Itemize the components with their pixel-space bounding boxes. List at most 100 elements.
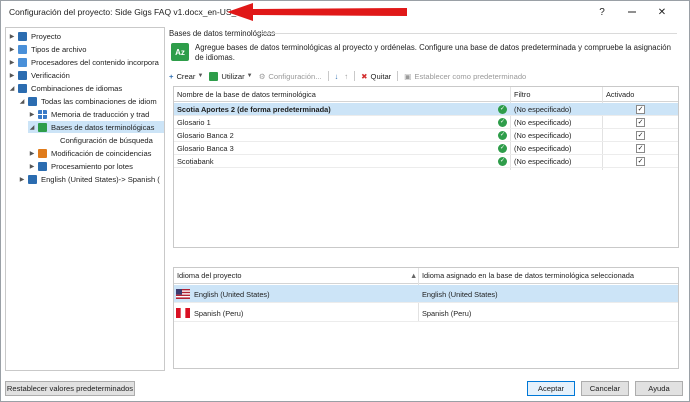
tree-item-label: Verificación xyxy=(31,70,70,80)
column-header-project-language[interactable]: Idioma del proyecto xyxy=(177,271,242,280)
enabled-checkbox[interactable]: ✓ xyxy=(636,131,645,140)
tree-item-termbases[interactable]: ◢ Bases de datos terminológicas xyxy=(28,121,164,133)
chevron-right-icon[interactable]: ▶ xyxy=(28,162,36,170)
table-row[interactable]: Scotia Aportes 2 (de forma predeterminad… xyxy=(174,103,678,116)
column-header-name[interactable]: Nombre de la base de datos terminológica xyxy=(177,90,316,99)
chevron-right-icon[interactable]: ▶ xyxy=(8,32,16,40)
settings-label: Configuración... xyxy=(268,71,322,81)
close-button[interactable]: ✕ xyxy=(647,3,677,21)
status-ok-icon: ✓ xyxy=(498,144,507,153)
red-arrow-annotation xyxy=(227,3,407,21)
language-row[interactable]: English (United States) English (United … xyxy=(174,285,678,303)
all-pairs-icon xyxy=(28,96,37,106)
tree-item-verification[interactable]: ▶ Verificación xyxy=(8,69,70,81)
chevron-right-icon[interactable]: ▶ xyxy=(8,45,16,53)
termbase-filter[interactable]: (No especificado) xyxy=(514,157,572,166)
default-icon: ▣ xyxy=(404,71,412,81)
table-row[interactable]: Glosario Banca 2 ✓ (No especificado) ✓ xyxy=(174,129,678,142)
sort-arrow-icon: ▲ xyxy=(410,271,418,280)
set-default-button[interactable]: ▣ Establecer como predeterminado xyxy=(404,72,526,81)
column-header-enabled[interactable]: Activado xyxy=(606,90,634,99)
move-up-button[interactable]: ↑ xyxy=(344,72,348,81)
set-default-label: Establecer como predeterminado xyxy=(414,71,527,81)
tree-item-label: Combinaciones de idiomas xyxy=(31,83,123,93)
tree-item-batch-processing[interactable]: ▶ Procesamiento por lotes xyxy=(28,160,133,172)
termbase-icon xyxy=(38,122,47,132)
file-types-icon xyxy=(18,44,27,54)
table-row[interactable]: Scotiabank ✓ (No especificado) ✓ xyxy=(174,155,678,168)
create-label: Crear xyxy=(176,71,196,81)
tree-item-all-pairs[interactable]: ◢ Todas las combinaciones de idiom xyxy=(18,95,157,107)
tree-item-project[interactable]: ▶ Proyecto xyxy=(8,30,61,42)
chevron-down-icon[interactable]: ◢ xyxy=(18,97,26,105)
enabled-checkbox[interactable]: ✓ xyxy=(636,157,645,166)
title-bar: Configuración del proyecto: Side Gigs FA… xyxy=(1,1,689,25)
tree-item-label: Tipos de archivo xyxy=(31,44,87,54)
tree-item-label: Procesadores del contenido incorpora xyxy=(31,57,159,67)
termbase-name: Scotiabank xyxy=(177,157,214,166)
status-ok-icon: ✓ xyxy=(498,105,507,114)
project-language: Spanish (Peru) xyxy=(194,309,244,318)
termbase-filter[interactable]: (No especificado) xyxy=(514,131,572,140)
add-icon: + xyxy=(169,71,174,81)
termbase-name: Glosario Banca 2 xyxy=(177,131,234,140)
enabled-checkbox[interactable]: ✓ xyxy=(636,118,645,127)
tree-item-en-es-pair[interactable]: ▶ English (United States)-> Spanish ( xyxy=(18,173,160,185)
help-glyph: ? xyxy=(599,6,605,18)
tree-item-file-types[interactable]: ▶ Tipos de archivo xyxy=(8,43,86,55)
enabled-checkbox[interactable]: ✓ xyxy=(636,144,645,153)
column-header-filter[interactable]: Filtro xyxy=(514,90,530,99)
cancel-button[interactable]: Cancelar xyxy=(581,381,629,396)
chevron-right-icon[interactable]: ▶ xyxy=(8,58,16,66)
project-icon xyxy=(18,31,27,41)
termbase-toolbar: + Crear ▼ Utilizar ▼ ⚙ Configuración... … xyxy=(169,69,532,83)
title-divider xyxy=(257,33,677,34)
table-row[interactable]: Glosario 1 ✓ (No especificado) ✓ xyxy=(174,116,678,129)
tree-item-search-settings[interactable]: Configuración de búsqueda xyxy=(60,134,153,146)
help-title-button[interactable]: ? xyxy=(587,3,617,21)
chevron-right-icon[interactable]: ▶ xyxy=(28,149,36,157)
language-row[interactable]: Spanish (Peru) Spanish (Peru) xyxy=(174,304,678,322)
reset-defaults-button[interactable]: Restablecer valores predeterminados xyxy=(5,381,135,396)
termbase-filter[interactable]: (No especificado) xyxy=(514,105,572,114)
chevron-down-icon: ▼ xyxy=(246,73,253,79)
assigned-language[interactable]: Spanish (Peru) xyxy=(422,309,471,318)
chevron-down-icon[interactable]: ◢ xyxy=(8,84,16,92)
settings-button[interactable]: ⚙ Configuración... xyxy=(259,72,322,81)
settings-tree: ▶ Proyecto ▶ Tipos de archivo ▶ Procesad… xyxy=(5,27,165,371)
tree-item-language-pairs[interactable]: ◢ Combinaciones de idiomas xyxy=(8,82,122,94)
processor-icon xyxy=(18,57,27,67)
tree-item-label: Modificación de coincidencias xyxy=(51,148,152,158)
tree-item-label: English (United States)-> Spanish ( xyxy=(41,174,160,184)
enabled-checkbox[interactable]: ✓ xyxy=(636,105,645,114)
chevron-right-icon[interactable]: ▶ xyxy=(18,175,26,183)
use-button[interactable]: Utilizar ▼ xyxy=(209,71,253,81)
tree-item-processors[interactable]: ▶ Procesadores del contenido incorpora xyxy=(8,56,159,68)
table-row[interactable]: Glosario Banca 3 ✓ (No especificado) ✓ xyxy=(174,142,678,155)
move-down-button[interactable]: ↓ xyxy=(335,72,339,81)
gear-icon: ⚙ xyxy=(258,71,266,81)
column-header-assigned-language[interactable]: Idioma asignado en la base de datos term… xyxy=(422,271,634,280)
toolbar-separator xyxy=(354,71,356,81)
chevron-right-icon[interactable]: ▶ xyxy=(8,71,16,79)
assigned-language[interactable]: English (United States) xyxy=(422,290,498,299)
termbase-filter[interactable]: (No especificado) xyxy=(514,118,572,127)
chevron-right-icon[interactable]: ▶ xyxy=(28,110,36,118)
tree-item-match-repair[interactable]: ▶ Modificación de coincidencias xyxy=(28,147,151,159)
create-button[interactable]: + Crear ▼ xyxy=(169,72,203,81)
tm-icon xyxy=(38,109,47,119)
peru-flag-icon xyxy=(176,308,190,318)
termbase-name: Glosario Banca 3 xyxy=(177,144,234,153)
tree-item-label: Proyecto xyxy=(31,31,61,41)
help-button[interactable]: Ayuda xyxy=(635,381,683,396)
ok-button[interactable]: Aceptar xyxy=(527,381,575,396)
wrench-icon xyxy=(38,148,47,158)
tree-item-label: Memoria de traducción y trad xyxy=(51,109,150,119)
chevron-down-icon[interactable]: ◢ xyxy=(28,123,36,131)
tree-item-translation-memory[interactable]: ▶ Memoria de traducción y trad xyxy=(28,108,149,120)
chevron-down-icon: ▼ xyxy=(197,73,204,79)
minimize-button[interactable] xyxy=(617,3,647,21)
remove-button[interactable]: ✖ Quitar xyxy=(361,72,391,81)
remove-label: Quitar xyxy=(370,71,392,81)
termbase-filter[interactable]: (No especificado) xyxy=(514,144,572,153)
